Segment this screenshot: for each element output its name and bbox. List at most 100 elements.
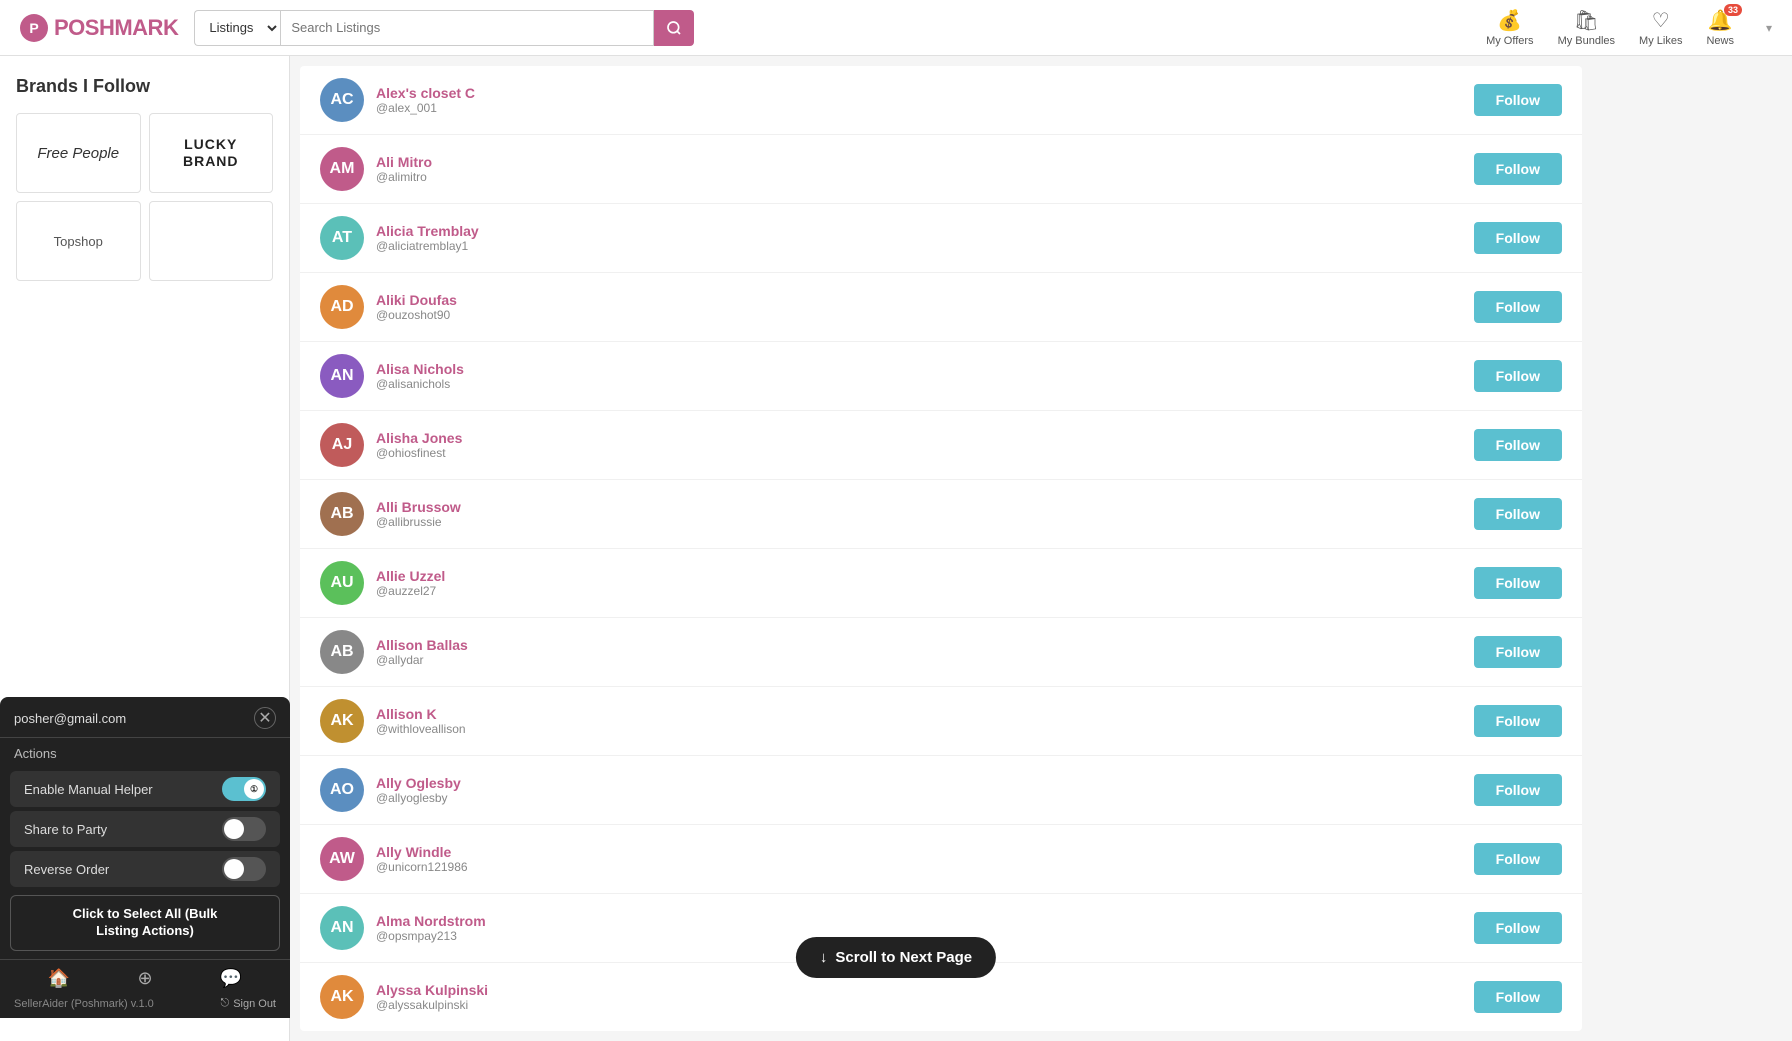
brand-empty [149, 201, 274, 281]
user-avatar: AK [320, 699, 364, 743]
signout-icon: ⎋ [220, 997, 229, 1010]
user-name: Alma Nordstrom [376, 913, 1474, 929]
brand-name-free-people: Free People [37, 145, 119, 162]
follow-button[interactable]: Follow [1474, 567, 1562, 599]
user-avatar: AC [320, 78, 364, 122]
user-avatar: AD [320, 285, 364, 329]
user-handle: @alimitro [376, 170, 1474, 184]
sign-out-button[interactable]: ⎋ Sign Out [220, 997, 276, 1010]
follow-button[interactable]: Follow [1474, 705, 1562, 737]
follow-button[interactable]: Follow [1474, 774, 1562, 806]
nav-my-likes[interactable]: ♡ My Likes [1639, 8, 1682, 47]
user-info: Ali Mitro @alimitro [376, 154, 1474, 184]
scroll-next-page-button[interactable]: ↓ Scroll to Next Page [796, 937, 996, 978]
user-avatar: AB [320, 492, 364, 536]
follow-button[interactable]: Follow [1474, 636, 1562, 668]
brand-lucky[interactable]: LUCKYBRAND [149, 113, 274, 193]
logo[interactable]: P POSHMARK [20, 14, 178, 42]
nav-news[interactable]: 🔔 33 News [1706, 8, 1734, 47]
user-name: Ali Mitro [376, 154, 1474, 170]
settings-icon[interactable]: ⊕ [137, 968, 152, 989]
user-handle: @alisanichols [376, 377, 1474, 391]
home-icon[interactable]: 🏠 [48, 968, 70, 989]
user-info: Alex's closet C @alex_001 [376, 85, 1474, 115]
follow-button[interactable]: Follow [1474, 498, 1562, 530]
follow-button[interactable]: Follow [1474, 981, 1562, 1013]
search-input[interactable] [280, 10, 654, 46]
scroll-label: Scroll to Next Page [835, 949, 972, 966]
user-list: AC Alex's closet C @alex_001 Follow AM A… [300, 66, 1582, 1031]
follow-button[interactable]: Follow [1474, 912, 1562, 944]
follow-button[interactable]: Follow [1474, 429, 1562, 461]
user-row: AU Allie Uzzel @auzzel27 Follow [300, 549, 1582, 618]
manual-helper-label: Enable Manual Helper [24, 782, 153, 797]
user-avatar: AW [320, 837, 364, 881]
user-name: Ally Windle [376, 844, 1474, 860]
follow-button[interactable]: Follow [1474, 843, 1562, 875]
right-panel [1592, 56, 1792, 1041]
bundles-icon: 🛍 [1574, 8, 1599, 33]
user-name: Allison Ballas [376, 637, 1474, 653]
share-to-party-label: Share to Party [24, 822, 107, 837]
user-row: AO Ally Oglesby @allyoglesby Follow [300, 756, 1582, 825]
user-info: Alisha Jones @ohiosfinest [376, 430, 1474, 460]
reverse-order-row: Reverse Order [10, 851, 280, 887]
panel-version-row: SellerAider (Poshmark) v.1.0 ⎋ Sign Out [0, 993, 290, 1010]
user-name: Alli Brussow [376, 499, 1474, 515]
search-type-dropdown[interactable]: Listings People Brands [194, 10, 280, 46]
follow-button[interactable]: Follow [1474, 84, 1562, 116]
manual-helper-toggle[interactable]: ① [222, 777, 266, 801]
follow-button[interactable]: Follow [1474, 153, 1562, 185]
brand-free-people[interactable]: Free People [16, 113, 141, 193]
selleraider-panel: posher@gmail.com ✕ Actions Enable Manual… [0, 697, 290, 1018]
user-handle: @allibrussie [376, 515, 1474, 529]
user-handle: @alex_001 [376, 101, 1474, 115]
user-name: Alyssa Kulpinski [376, 982, 1474, 998]
user-handle: @aliciatremblay1 [376, 239, 1474, 253]
user-row: AB Allison Ballas @allydar Follow [300, 618, 1582, 687]
offers-icon: 💰 [1497, 8, 1522, 33]
user-avatar: AN [320, 354, 364, 398]
user-info: Ally Oglesby @allyoglesby [376, 775, 1474, 805]
logo-text: POSHMARK [54, 15, 178, 41]
panel-version-text: SellerAider (Poshmark) v.1.0 [14, 998, 154, 1010]
panel-footer: 🏠 ⊕ 💬 [0, 959, 290, 993]
logo-icon: P [20, 14, 48, 42]
select-all-button[interactable]: Click to Select All (BulkListing Actions… [10, 895, 280, 951]
follow-button[interactable]: Follow [1474, 291, 1562, 323]
user-row: AJ Alisha Jones @ohiosfinest Follow [300, 411, 1582, 480]
user-info: Allison K @withloveallison [376, 706, 1474, 736]
content-area: AC Alex's closet C @alex_001 Follow AM A… [290, 56, 1592, 1041]
user-name: Ally Oglesby [376, 775, 1474, 791]
nav-bundles-label: My Bundles [1558, 35, 1615, 47]
user-name: Alisha Jones [376, 430, 1474, 446]
reverse-order-toggle[interactable] [222, 857, 266, 881]
user-info: Alisa Nichols @alisanichols [376, 361, 1474, 391]
panel-close-button[interactable]: ✕ [254, 707, 276, 729]
share-party-toggle[interactable] [222, 817, 266, 841]
share-party-knob [224, 819, 244, 839]
chat-icon[interactable]: 💬 [220, 968, 242, 989]
nav-my-offers[interactable]: 💰 My Offers [1486, 8, 1533, 47]
follow-button[interactable]: Follow [1474, 222, 1562, 254]
scroll-icon: ↓ [820, 949, 828, 966]
brand-name-lucky: LUCKYBRAND [183, 136, 239, 170]
user-name: Allie Uzzel [376, 568, 1474, 584]
panel-section-title: Actions [0, 738, 290, 767]
panel-header: posher@gmail.com ✕ [0, 697, 290, 738]
user-row: AD Aliki Doufas @ouzoshot90 Follow [300, 273, 1582, 342]
user-info: Alli Brussow @allibrussie [376, 499, 1474, 529]
nav-my-bundles[interactable]: 🛍 My Bundles [1558, 8, 1615, 47]
user-handle: @alyssakulpinski [376, 998, 1474, 1012]
nav-news-label: News [1706, 35, 1734, 47]
follow-button[interactable]: Follow [1474, 360, 1562, 392]
user-avatar: AN [320, 906, 364, 950]
user-row: AT Alicia Tremblay @aliciatremblay1 Foll… [300, 204, 1582, 273]
user-row: AC Alex's closet C @alex_001 Follow [300, 66, 1582, 135]
select-all-label: Click to Select All (BulkListing Actions… [73, 906, 218, 938]
brand-name-topshop: Topshop [54, 234, 103, 249]
search-button[interactable] [654, 10, 694, 46]
brand-topshop[interactable]: Topshop [16, 201, 141, 281]
user-handle: @ohiosfinest [376, 446, 1474, 460]
enable-manual-helper-row: Enable Manual Helper ① [10, 771, 280, 807]
